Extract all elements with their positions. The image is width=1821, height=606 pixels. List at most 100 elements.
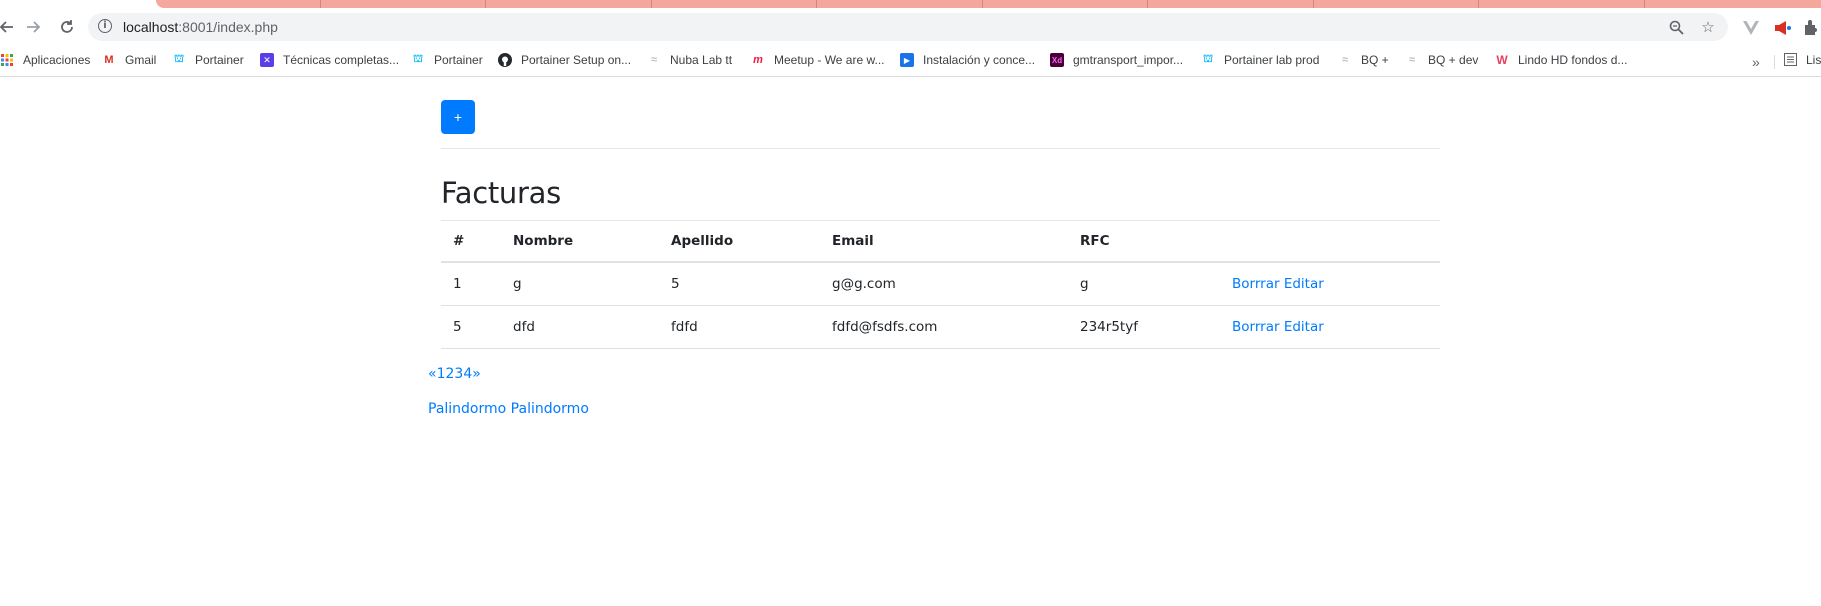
tab-strip-background [156,0,1821,8]
pagination: « 1 2 3 4 » [428,366,481,382]
cell-id: 1 [441,262,501,306]
bookmark-label: Gmail [125,53,157,67]
reading-list-button[interactable]: Lis [1784,50,1821,70]
bookmark-label: Meetup - We are w... [774,53,885,67]
tab-separator [485,0,486,8]
column-header-id: # [441,220,501,263]
portainer-icon: ⛫ [173,53,185,65]
cell-id: 5 [441,305,501,349]
bookmark-label: Aplicaciones [23,53,91,67]
url-host: localhost [123,19,179,35]
delete-link[interactable]: Borrrar [1232,276,1280,292]
tab-separator [651,0,652,8]
table-row: 5 dfd fdfd fdfd@fsdfs.com 234r5tyf Borrr… [441,305,1440,349]
bookmark-label: Portainer lab prod [1224,53,1320,67]
cell-actions: Borrrar Editar [1220,262,1440,306]
browser-toolbar: i localhost:8001/index.php ☆ [0,8,1821,46]
tab-separator [320,0,321,8]
bookmark-portainer[interactable]: ⛫ Portainer [172,50,244,70]
bookmark-gmail[interactable]: M Gmail [102,50,156,70]
bookmark-lindo-hd[interactable]: W Lindo HD fondos d... [1495,50,1627,70]
tab-separator [1644,0,1645,8]
cell-rfc: g [1068,262,1220,306]
pagination-prev[interactable]: « [428,366,437,382]
bookmark-meetup[interactable]: m Meetup - We are w... [751,50,885,70]
url-text[interactable]: localhost:8001/index.php [123,19,278,35]
vue-devtools-icon[interactable] [1740,17,1762,39]
bookmark-label: Técnicas completas... [283,53,400,67]
cloud-icon: ≈ [1341,54,1349,66]
column-header-apellido: Apellido [659,220,820,263]
portainer-icon: ⛫ [412,53,424,65]
bookmark-label: Portainer Setup on... [521,53,632,67]
extensions-puzzle-icon[interactable] [1800,17,1821,39]
bookmark-label: Portainer [434,53,483,67]
bookmark-bq-plus-dev[interactable]: ≈ BQ + dev [1405,50,1478,70]
more-bookmarks-button[interactable]: » [1752,54,1760,70]
pagination-next[interactable]: » [472,366,481,382]
divider [441,148,1440,149]
bookmark-gmtransport[interactable]: Xd gmtransport_impor... [1050,50,1183,70]
bookmark-portainer-2[interactable]: ⛫ Portainer [411,50,483,70]
reload-icon[interactable] [55,15,79,39]
bookmark-instalacion[interactable]: ▶ Instalación y conce... [900,50,1035,70]
cloud-icon: ≈ [650,54,658,66]
forward-icon[interactable] [22,15,46,39]
bookmarks-bar: Aplicaciones M Gmail ⛫ Portainer ✕ Técni… [0,46,1821,77]
zoom-icon[interactable] [1666,17,1686,37]
table-row: 1 g 5 g@g.com g Borrrar Editar [441,262,1440,306]
bookmark-star-icon[interactable]: ☆ [1698,17,1718,37]
delete-link[interactable]: Borrrar [1232,319,1280,335]
edit-link[interactable]: Editar [1284,319,1324,335]
tab-separator [982,0,983,8]
palindromo-link[interactable]: Palindormo [511,401,589,417]
cell-apellido: 5 [659,262,820,306]
edit-link[interactable]: Editar [1284,276,1324,292]
bookmark-nuba-lab[interactable]: ≈ Nuba Lab tt [647,50,732,70]
address-bar[interactable]: i localhost:8001/index.php ☆ [88,13,1728,41]
tab-separator [1478,0,1479,8]
bookmark-tecnicas[interactable]: ✕ Técnicas completas... [260,50,399,70]
apps-grid-icon [0,53,14,67]
gmail-icon: M [104,54,114,66]
cell-actions: Borrrar Editar [1220,305,1440,349]
bookmark-label: BQ + dev [1428,53,1479,67]
tab-separator [816,0,817,8]
palindromo-link[interactable]: Palindormo [428,401,506,417]
w-logo-icon: W [1496,53,1508,67]
pagination-page-3[interactable]: 3 [454,366,463,382]
announcement-extension-icon[interactable] [1772,17,1794,39]
column-header-rfc: RFC [1068,220,1220,263]
reading-list-label: Lis [1806,53,1821,67]
meetup-icon: m [753,54,763,66]
bookmark-icon: ✕ [260,53,274,67]
bookmark-portainer-setup[interactable]: Portainer Setup on... [498,50,631,70]
cloud-icon: ≈ [1408,54,1416,66]
bookmarks-divider [1774,55,1775,69]
xd-icon: Xd [1050,53,1064,67]
bookmark-aplicaciones[interactable]: Aplicaciones [0,50,90,70]
add-invoice-button[interactable]: + [441,100,475,134]
pagination-page-1[interactable]: 1 [437,366,446,382]
footer-links: Palindormo Palindormo [428,401,589,417]
invoices-table: # Nombre Apellido Email RFC 1 g 5 g@g.co… [441,220,1440,349]
table-header-row: # Nombre Apellido Email RFC [441,220,1440,263]
pagination-page-4[interactable]: 4 [463,366,472,382]
column-header-actions [1220,220,1440,263]
url-path: :8001/index.php [178,19,278,35]
column-header-email: Email [820,220,1068,263]
bookmark-label: BQ + [1361,53,1389,67]
bookmark-label: Nuba Lab tt [670,53,733,67]
video-icon: ▶ [900,53,914,67]
site-info-icon[interactable]: i [98,19,112,33]
bookmark-label: Instalación y conce... [923,53,1036,67]
cell-nombre: g [501,262,659,306]
bookmark-bq-plus[interactable]: ≈ BQ + [1338,50,1389,70]
bookmark-portainer-lab-prod[interactable]: ⛫ Portainer lab prod [1201,50,1319,70]
tab-separator [1147,0,1148,8]
back-icon[interactable] [0,15,18,39]
cell-email: g@g.com [820,262,1068,306]
cell-email: fdfd@fsdfs.com [820,305,1068,349]
pagination-page-2[interactable]: 2 [446,366,455,382]
bookmark-label: gmtransport_impor... [1073,53,1184,67]
